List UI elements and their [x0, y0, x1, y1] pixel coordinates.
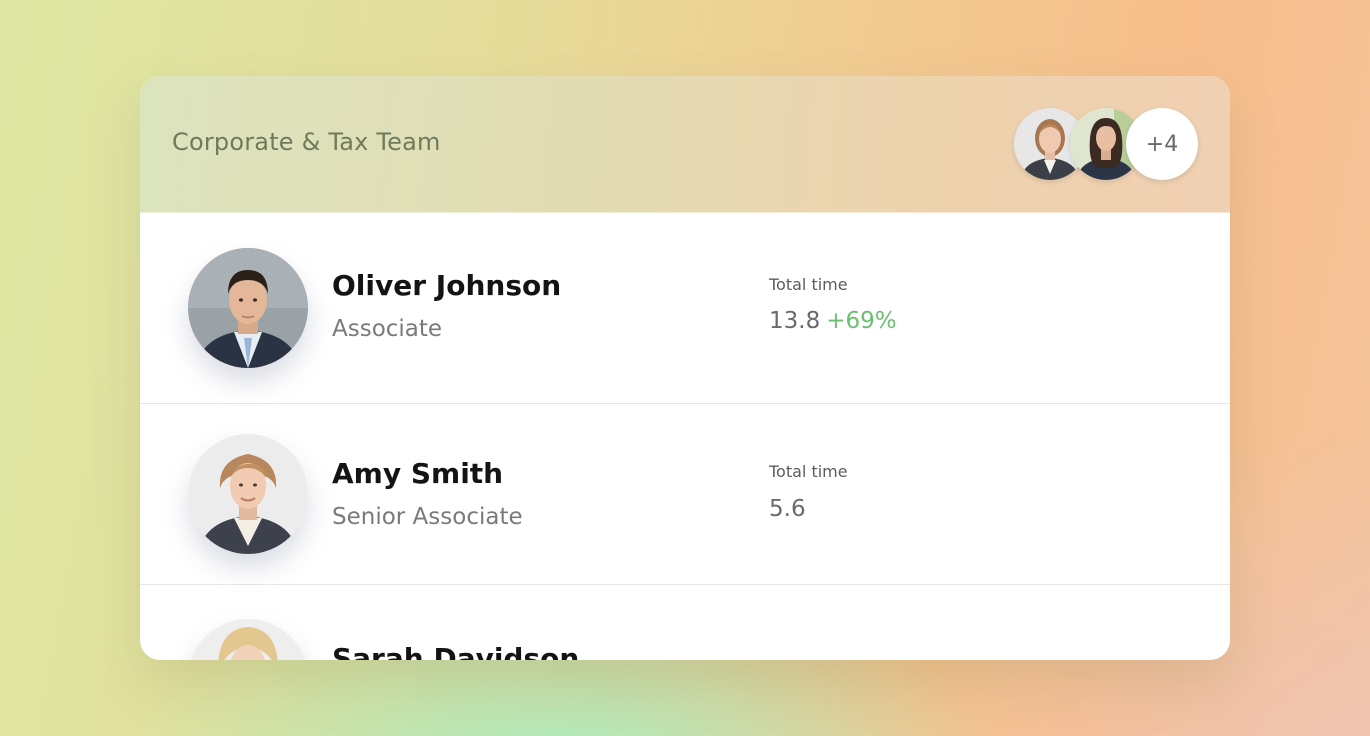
list-item[interactable]: Oliver Johnson Associate Total time 13.8… — [140, 212, 1230, 404]
total-time-value: 13.8 +69% — [769, 308, 897, 334]
team-card: Corporate & Tax Team +4 Oliver Johnson A… — [140, 76, 1230, 660]
woman-light-hair-avatar — [188, 619, 308, 660]
more-members-badge[interactable]: +4 — [1126, 108, 1198, 180]
member-role: Associate — [332, 316, 443, 342]
list-item[interactable]: Amy Smith Senior Associate Total time 5.… — [140, 404, 1230, 585]
member-list: Oliver Johnson Associate Total time 13.8… — [140, 212, 1230, 660]
member-name[interactable]: Amy Smith — [332, 457, 503, 490]
team-avatar-stack[interactable]: +4 — [1014, 108, 1198, 180]
total-time-number: 5.6 — [769, 496, 806, 522]
team-title: Corporate & Tax Team — [172, 128, 441, 156]
total-time-change: +69% — [826, 308, 897, 334]
total-time-number: 13.8 — [769, 308, 821, 334]
total-time-value: 5.6 — [769, 496, 806, 522]
list-item[interactable]: Sarah Davidson — [140, 585, 1230, 660]
man-suit-avatar — [188, 248, 308, 368]
total-time-label: Total time — [769, 462, 848, 481]
member-name[interactable]: Oliver Johnson — [332, 269, 561, 302]
team-header: Corporate & Tax Team +4 — [140, 76, 1230, 213]
member-role: Senior Associate — [332, 504, 523, 530]
total-time-label: Total time — [769, 275, 848, 294]
woman-blonde-avatar — [188, 434, 308, 554]
member-name[interactable]: Sarah Davidson — [332, 642, 579, 660]
